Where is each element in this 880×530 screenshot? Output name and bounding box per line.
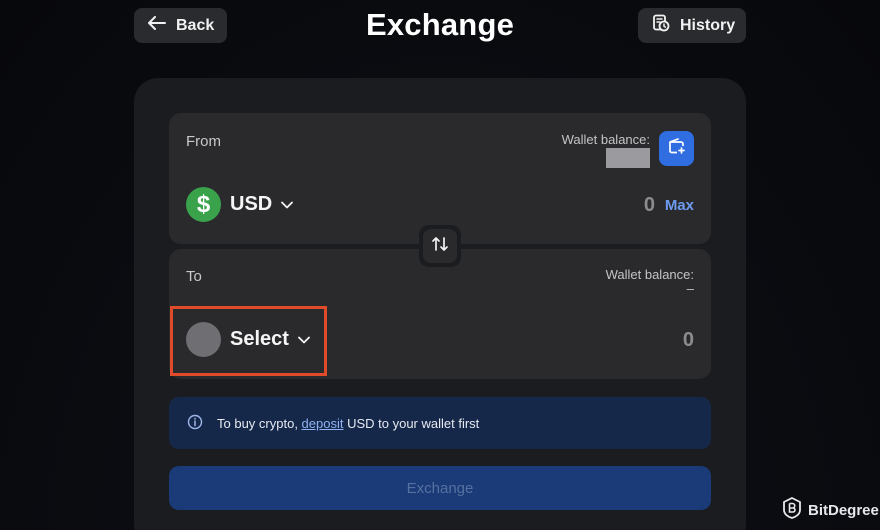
- from-amount-input[interactable]: 0: [644, 194, 655, 217]
- usd-coin-icon: $: [186, 187, 221, 222]
- from-wallet-balance-value-redacted: [606, 148, 650, 168]
- to-currency-name: Select: [230, 328, 289, 350]
- swap-arrows-icon: [431, 236, 449, 257]
- wallet-add-button[interactable]: [659, 131, 694, 166]
- deposit-link[interactable]: deposit: [302, 416, 344, 431]
- exchange-button[interactable]: Exchange: [169, 466, 711, 510]
- placeholder-coin-icon: [186, 322, 221, 357]
- history-label: History: [680, 16, 736, 34]
- info-text-after: USD to your wallet first: [343, 415, 480, 431]
- from-wallet-balance-label: Wallet balance:: [561, 132, 650, 147]
- history-button[interactable]: History: [638, 8, 746, 43]
- chevron-down-icon: [281, 196, 294, 214]
- to-wallet-balance-value: –: [686, 281, 694, 296]
- to-amount-input[interactable]: 0: [683, 329, 694, 352]
- swap-button-frame: [419, 225, 461, 267]
- watermark-text: BitDegree: [808, 501, 879, 519]
- from-currency-selector[interactable]: $ USD: [186, 187, 294, 222]
- swap-button[interactable]: [423, 229, 457, 263]
- from-currency-name: USD: [230, 193, 273, 215]
- info-text-before: To buy crypto,: [217, 415, 302, 431]
- wallet-plus-icon: [668, 138, 686, 159]
- history-icon: [652, 14, 670, 37]
- bitdegree-watermark: BitDegree: [782, 496, 879, 523]
- to-panel: To Wallet balance: – Select 0: [169, 249, 711, 379]
- bitdegree-logo-icon: [782, 496, 802, 523]
- to-currency-selector[interactable]: Select: [186, 322, 310, 357]
- info-banner: To buy crypto, deposit USD to your walle…: [169, 397, 711, 449]
- max-button[interactable]: Max: [665, 197, 694, 214]
- chevron-down-icon: [298, 331, 310, 349]
- info-text: To buy crypto, deposit USD to your walle…: [217, 416, 479, 431]
- to-wallet-balance-label: Wallet balance:: [605, 267, 694, 282]
- from-label: From: [186, 133, 221, 150]
- to-label: To: [186, 268, 202, 285]
- page-title: Exchange: [365, 7, 515, 42]
- info-icon: [187, 414, 203, 433]
